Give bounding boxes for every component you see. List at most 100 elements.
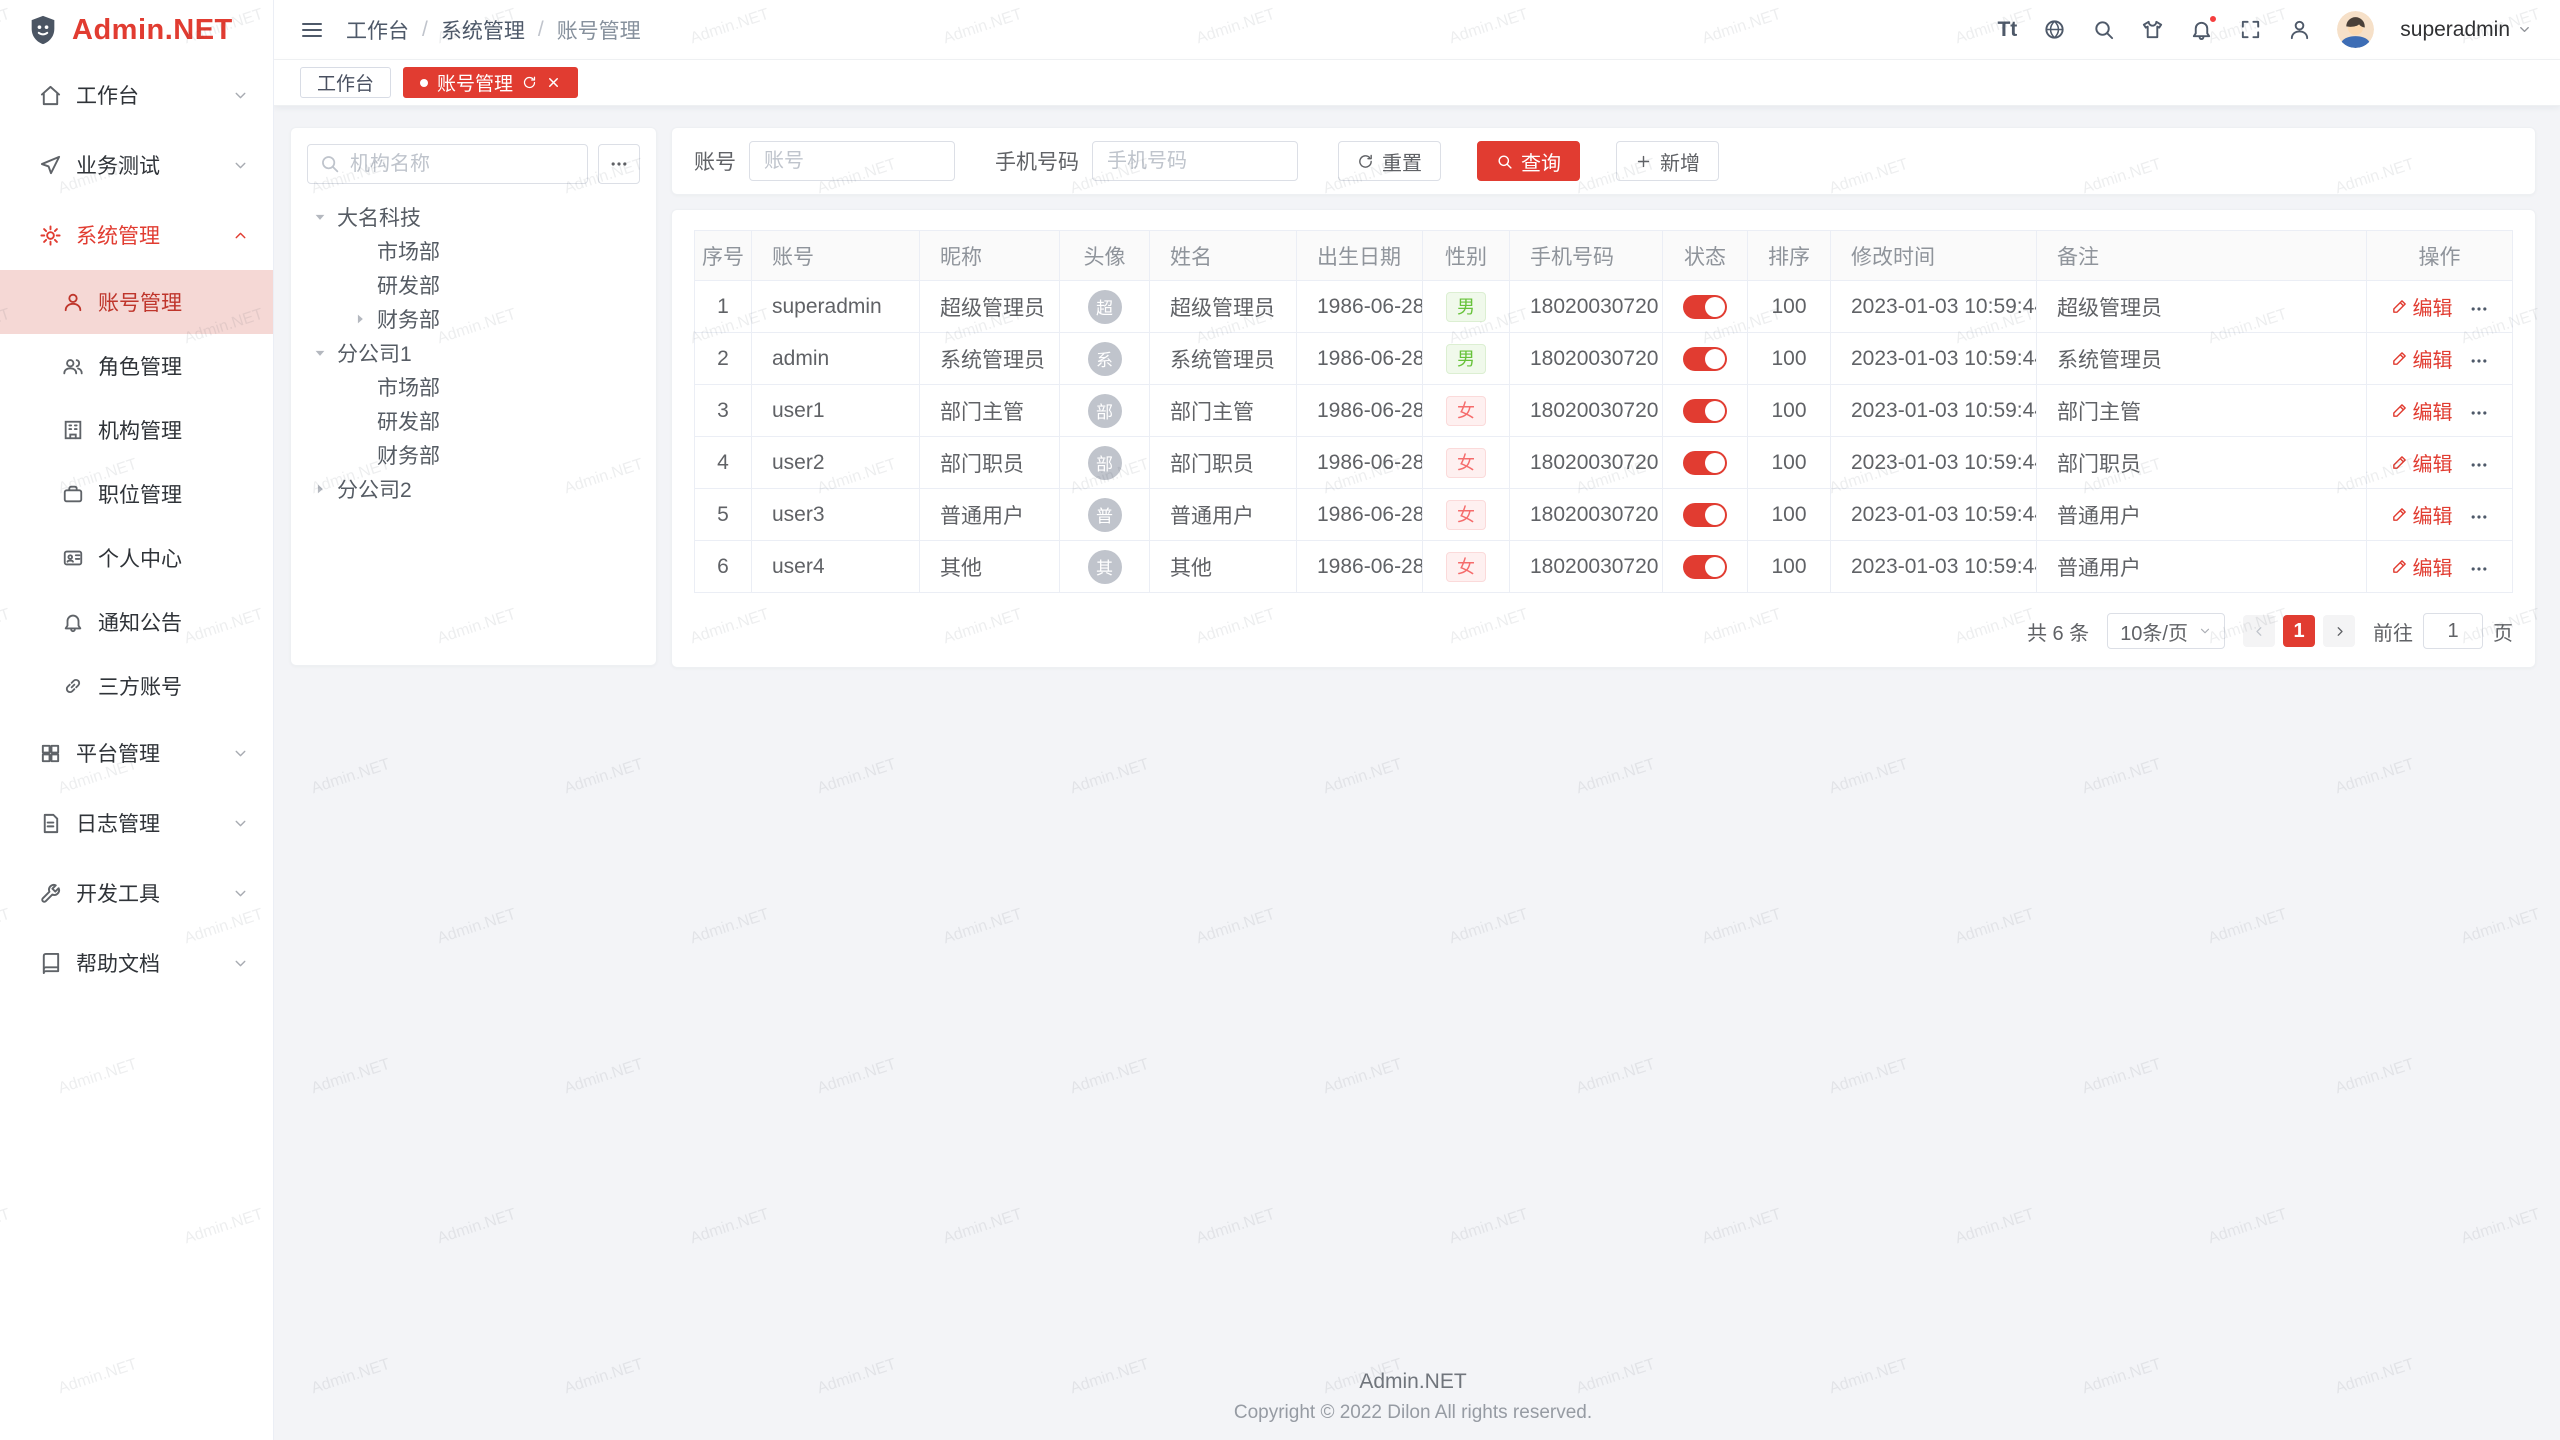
sidebar-subitem-position[interactable]: 职位管理 (0, 462, 273, 526)
row-more-button[interactable] (2469, 351, 2489, 371)
tree-node[interactable]: 研发部 (307, 268, 640, 302)
sidebar-item-devtools[interactable]: 开发工具 (0, 858, 273, 928)
row-more-button[interactable] (2469, 455, 2489, 475)
cell-status (1663, 437, 1748, 489)
goto-page-input[interactable] (2423, 613, 2483, 649)
sidebar-subitem-thirdparty[interactable]: 三方账号 (0, 654, 273, 718)
tree-node[interactable]: 市场部 (307, 370, 640, 404)
edit-button[interactable]: 编辑 (2391, 448, 2453, 477)
profile-icon[interactable] (2288, 18, 2311, 41)
tree-node[interactable]: 财务部 (307, 302, 640, 336)
cell-remark: 部门职员 (2037, 437, 2367, 489)
tree-node-label: 分公司1 (337, 338, 412, 368)
hamburger-menu-icon[interactable] (300, 18, 324, 42)
sidebar-subitem-role[interactable]: 角色管理 (0, 334, 273, 398)
search-button[interactable]: 查询 (1477, 141, 1580, 181)
tree-node[interactable]: 分公司1 (307, 336, 640, 370)
theme-icon[interactable] (2141, 18, 2164, 41)
next-page-button[interactable] (2323, 615, 2355, 647)
avatar: 超 (1088, 290, 1122, 324)
sidebar-item-label: 帮助文档 (76, 948, 232, 978)
table-row: 4user2部门职员部部门职员1986-06-28女18020030720100… (695, 437, 2513, 489)
language-icon[interactable] (2043, 18, 2066, 41)
caret-right-icon[interactable] (311, 480, 329, 498)
reset-button[interactable]: 重置 (1338, 141, 1441, 181)
sidebar-subitem-organization[interactable]: 机构管理 (0, 398, 273, 462)
page-1-button[interactable]: 1 (2283, 615, 2315, 647)
sidebar-subitem-account[interactable]: 账号管理 (0, 270, 273, 334)
search-icon[interactable] (2092, 18, 2115, 41)
chevron-down-icon (232, 87, 249, 104)
goto-label: 前往 (2373, 617, 2413, 646)
cell-modified: 2023-01-03 10:59:44 (1831, 333, 2037, 385)
edit-button[interactable]: 编辑 (2391, 552, 2453, 581)
org-search (307, 144, 588, 184)
sidebar-item-label: 日志管理 (76, 808, 232, 838)
col-birthdate: 出生日期 (1297, 231, 1423, 281)
sidebar-subitem-notice[interactable]: 通知公告 (0, 590, 273, 654)
cell-account: user3 (752, 489, 920, 541)
status-toggle[interactable] (1683, 295, 1727, 319)
status-toggle[interactable] (1683, 555, 1727, 579)
cell-remark: 部门主管 (2037, 385, 2367, 437)
fullscreen-icon[interactable] (2239, 18, 2262, 41)
row-more-button[interactable] (2469, 507, 2489, 527)
refresh-icon[interactable] (522, 75, 537, 90)
cell-phone: 18020030720 (1510, 541, 1663, 593)
account-input[interactable] (749, 141, 955, 181)
row-more-button[interactable] (2469, 559, 2489, 579)
edit-icon (2391, 506, 2408, 523)
edit-button[interactable]: 编辑 (2391, 292, 2453, 321)
font-size-icon[interactable]: Tt (1997, 18, 2017, 42)
user-menu[interactable]: superadmin (2400, 18, 2532, 42)
cell-sort: 100 (1748, 489, 1831, 541)
tree-node[interactable]: 研发部 (307, 404, 640, 438)
sidebar-item-workbench[interactable]: 工作台 (0, 60, 273, 130)
tab-label: 工作台 (317, 69, 374, 96)
phone-input[interactable] (1092, 141, 1298, 181)
status-toggle[interactable] (1683, 347, 1727, 371)
notifications-button[interactable] (2190, 18, 2213, 41)
row-more-button[interactable] (2469, 299, 2489, 319)
sidebar-item-label: 通知公告 (98, 607, 273, 637)
sidebar-subitem-personal-center[interactable]: 个人中心 (0, 526, 273, 590)
sidebar-item-logs[interactable]: 日志管理 (0, 788, 273, 858)
topbar: 工作台 / 系统管理 / 账号管理 Tt (274, 0, 2560, 60)
edit-button[interactable]: 编辑 (2391, 344, 2453, 373)
close-icon[interactable] (546, 75, 561, 90)
caret-right-icon[interactable] (351, 310, 369, 328)
caret-down-icon[interactable] (311, 208, 329, 226)
breadcrumb-item[interactable]: 系统管理 (441, 15, 525, 45)
sidebar-item-platform[interactable]: 平台管理 (0, 718, 273, 788)
sidebar-item-docs[interactable]: 帮助文档 (0, 928, 273, 998)
tab-account-management[interactable]: 账号管理 (403, 67, 578, 98)
status-toggle[interactable] (1683, 451, 1727, 475)
tree-node[interactable]: 分公司2 (307, 472, 640, 506)
chevron-down-icon (232, 157, 249, 174)
edit-button[interactable]: 编辑 (2391, 396, 2453, 425)
add-button[interactable]: 新增 (1616, 141, 1719, 181)
sidebar-item-business-test[interactable]: 业务测试 (0, 130, 273, 200)
tree-node[interactable]: 大名科技 (307, 200, 640, 234)
org-search-input[interactable] (307, 144, 588, 184)
breadcrumb-item[interactable]: 工作台 (346, 15, 409, 45)
cell-birthdate: 1986-06-28 (1297, 281, 1423, 333)
status-toggle[interactable] (1683, 399, 1727, 423)
cell-actions: 编辑 (2367, 489, 2513, 541)
row-more-button[interactable] (2469, 403, 2489, 423)
tab-workbench[interactable]: 工作台 (300, 67, 391, 98)
caret-down-icon[interactable] (311, 344, 329, 362)
avatar: 部 (1088, 446, 1122, 480)
page-size-select[interactable]: 10条/页 (2107, 613, 2225, 649)
col-gender: 性别 (1423, 231, 1510, 281)
tree-more-button[interactable] (598, 144, 640, 184)
tree-node[interactable]: 财务部 (307, 438, 640, 472)
edit-button[interactable]: 编辑 (2391, 500, 2453, 529)
sidebar-item-system-admin[interactable]: 系统管理 (0, 200, 273, 270)
plus-icon (1635, 153, 1652, 170)
status-toggle[interactable] (1683, 503, 1727, 527)
user-avatar[interactable] (2337, 11, 2374, 48)
tree-node[interactable]: 市场部 (307, 234, 640, 268)
prev-page-button[interactable] (2243, 615, 2275, 647)
cell-status (1663, 333, 1748, 385)
